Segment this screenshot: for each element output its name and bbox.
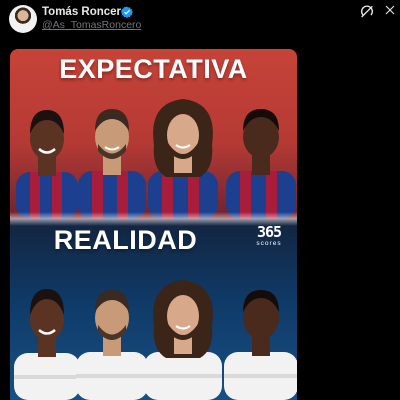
avatar[interactable] bbox=[9, 5, 37, 33]
expectation-panel: EXPECTATIVA bbox=[10, 49, 297, 219]
panel-divider bbox=[10, 212, 297, 226]
madrid-players bbox=[10, 265, 297, 400]
player-figure bbox=[148, 99, 218, 219]
grok-icon[interactable] bbox=[359, 3, 375, 19]
player-figure bbox=[224, 290, 297, 400]
author-name[interactable]: Tomás Roncero bbox=[42, 6, 128, 18]
player-figure bbox=[226, 109, 296, 219]
barca-players bbox=[10, 84, 297, 219]
logo-number: 365 bbox=[256, 223, 282, 241]
365scores-logo: 365 scores bbox=[248, 225, 290, 248]
logo-text: scores bbox=[256, 240, 282, 247]
reality-title: REALIDAD bbox=[53, 225, 198, 255]
tweet-header: Tomás Roncero @As_TomasRoncero bbox=[0, 0, 400, 40]
author-handle[interactable]: @As_TomasRoncero bbox=[42, 19, 141, 31]
player-figure bbox=[144, 280, 222, 400]
verified-badge-icon bbox=[121, 6, 133, 18]
expectation-title: EXPECTATIVA bbox=[59, 54, 248, 84]
reality-panel: REALIDAD 365 scores bbox=[10, 219, 297, 400]
tweet-media-image[interactable]: EXPECTATIVA REALIDAD 365 scores bbox=[10, 49, 297, 400]
more-options-icon[interactable] bbox=[384, 4, 396, 16]
